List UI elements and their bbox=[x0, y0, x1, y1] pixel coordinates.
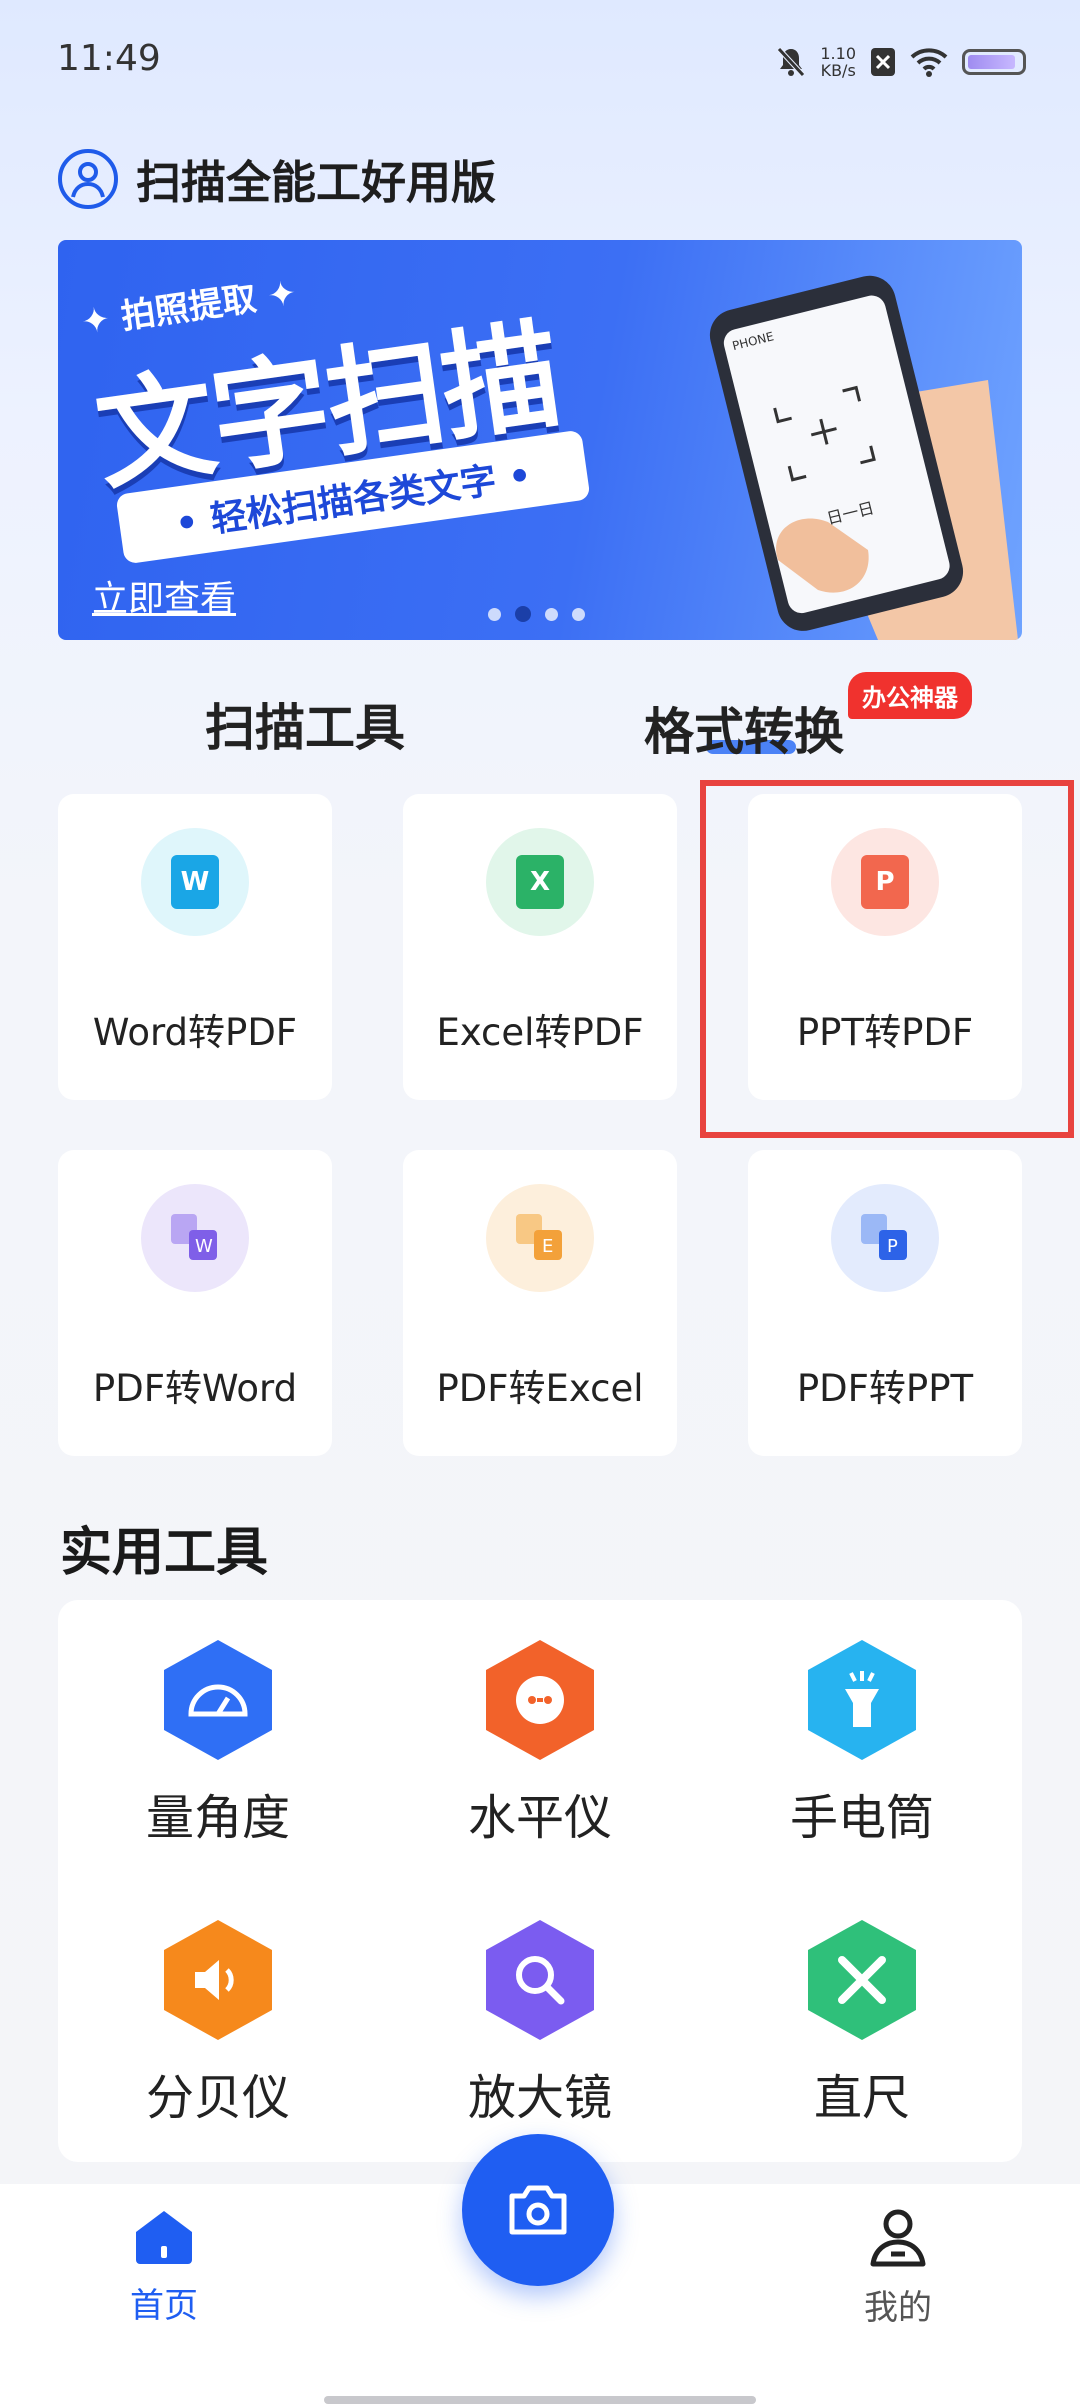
tool-pdf-to-excel[interactable]: E PDF转Excel bbox=[403, 1150, 677, 1456]
utility-flashlight[interactable]: 手电筒 bbox=[702, 1640, 1022, 1848]
status-icons: 1.10 KB/s bbox=[776, 36, 1026, 88]
promo-banner[interactable]: ✦ 拍照提取 ✦ 文字扫描 • 轻松扫描各类文字 • 立即查看 PHONE 日一… bbox=[58, 240, 1022, 640]
svg-text:P: P bbox=[887, 1236, 898, 1257]
status-time: 11:49 bbox=[57, 38, 161, 79]
pdf-to-ppt-icon: P bbox=[831, 1184, 939, 1292]
ruler-icon bbox=[808, 1920, 916, 2040]
battery-icon bbox=[962, 49, 1026, 75]
camera-button[interactable] bbox=[462, 2134, 614, 2286]
mute-bell-icon bbox=[777, 47, 806, 77]
excel-icon: X bbox=[486, 828, 594, 936]
nav-home-label: 首页 bbox=[130, 2286, 198, 2326]
sim-off-icon bbox=[871, 48, 895, 76]
banner-pagination bbox=[488, 606, 585, 622]
svg-text:E: E bbox=[542, 1236, 553, 1257]
pagination-dot-active bbox=[515, 606, 531, 622]
flashlight-icon bbox=[808, 1640, 916, 1760]
tool-label: PDF转PPT bbox=[796, 1367, 974, 1410]
wifi-icon bbox=[910, 48, 948, 77]
office-badge: 办公神器 bbox=[848, 672, 972, 719]
utility-ruler[interactable]: 直尺 bbox=[702, 1920, 1022, 2128]
pdf-to-excel-icon: E bbox=[486, 1184, 594, 1292]
tool-label: Word转PDF bbox=[92, 1011, 298, 1054]
banner-view-link[interactable]: 立即查看 bbox=[92, 570, 236, 622]
nav-home[interactable]: 首页 bbox=[130, 2208, 198, 2327]
tool-excel-to-pdf[interactable]: X Excel转PDF bbox=[403, 794, 677, 1100]
utility-protractor[interactable]: 量角度 bbox=[58, 1640, 378, 1848]
tool-pdf-to-word[interactable]: W PDF转Word bbox=[58, 1150, 332, 1456]
utility-label: 放大镜 bbox=[467, 2070, 612, 2126]
utility-section-title: 实用工具 bbox=[60, 1523, 269, 1583]
tab-scan-tools[interactable]: 扫描工具 bbox=[205, 688, 405, 760]
decibel-icon bbox=[164, 1920, 272, 2040]
app-title: 扫描全能工好用版 bbox=[136, 156, 497, 209]
phone-hand-illustration: PHONE 日一日 bbox=[709, 275, 1018, 640]
tool-label: PDF转Excel bbox=[436, 1367, 644, 1410]
utility-magnifier[interactable]: 放大镜 bbox=[380, 1920, 700, 2128]
home-icon bbox=[136, 2211, 192, 2264]
utility-label: 分贝仪 bbox=[145, 2070, 290, 2126]
utility-decibel[interactable]: 分贝仪 bbox=[58, 1920, 378, 2128]
pagination-dot bbox=[545, 607, 558, 621]
user-avatar-icon[interactable] bbox=[58, 148, 118, 209]
magnifier-icon bbox=[486, 1920, 594, 2040]
app-header: 扫描全能工好用版 bbox=[58, 146, 496, 211]
pagination-dot bbox=[572, 607, 585, 621]
tool-label: PDF转Word bbox=[92, 1367, 298, 1410]
word-icon: W bbox=[141, 828, 249, 936]
highlight-box bbox=[700, 780, 1074, 1138]
tool-pdf-to-ppt[interactable]: P PDF转PPT bbox=[748, 1150, 1022, 1456]
level-icon bbox=[486, 1640, 594, 1760]
nav-mine-label: 我的 bbox=[864, 2288, 932, 2328]
network-speed: 1.10 KB/s bbox=[820, 44, 856, 80]
pdf-to-word-icon: W bbox=[141, 1184, 249, 1292]
tab-format-convert[interactable]: 格式转换 bbox=[644, 692, 844, 764]
nav-mine[interactable]: 我的 bbox=[864, 2206, 932, 2329]
utility-label: 手电筒 bbox=[789, 1790, 934, 1846]
svg-text:W: W bbox=[195, 1236, 213, 1257]
protractor-icon bbox=[164, 1640, 272, 1760]
utility-label: 量角度 bbox=[145, 1790, 290, 1846]
tool-label: Excel转PDF bbox=[436, 1011, 644, 1054]
utility-label: 直尺 bbox=[813, 2070, 910, 2126]
utility-level[interactable]: 水平仪 bbox=[380, 1640, 700, 1848]
home-indicator bbox=[324, 2396, 756, 2404]
tool-word-to-pdf[interactable]: W Word转PDF bbox=[58, 794, 332, 1100]
camera-icon bbox=[509, 2185, 567, 2235]
utility-label: 水平仪 bbox=[467, 1790, 612, 1846]
profile-icon bbox=[870, 2209, 926, 2267]
pagination-dot bbox=[488, 607, 501, 621]
